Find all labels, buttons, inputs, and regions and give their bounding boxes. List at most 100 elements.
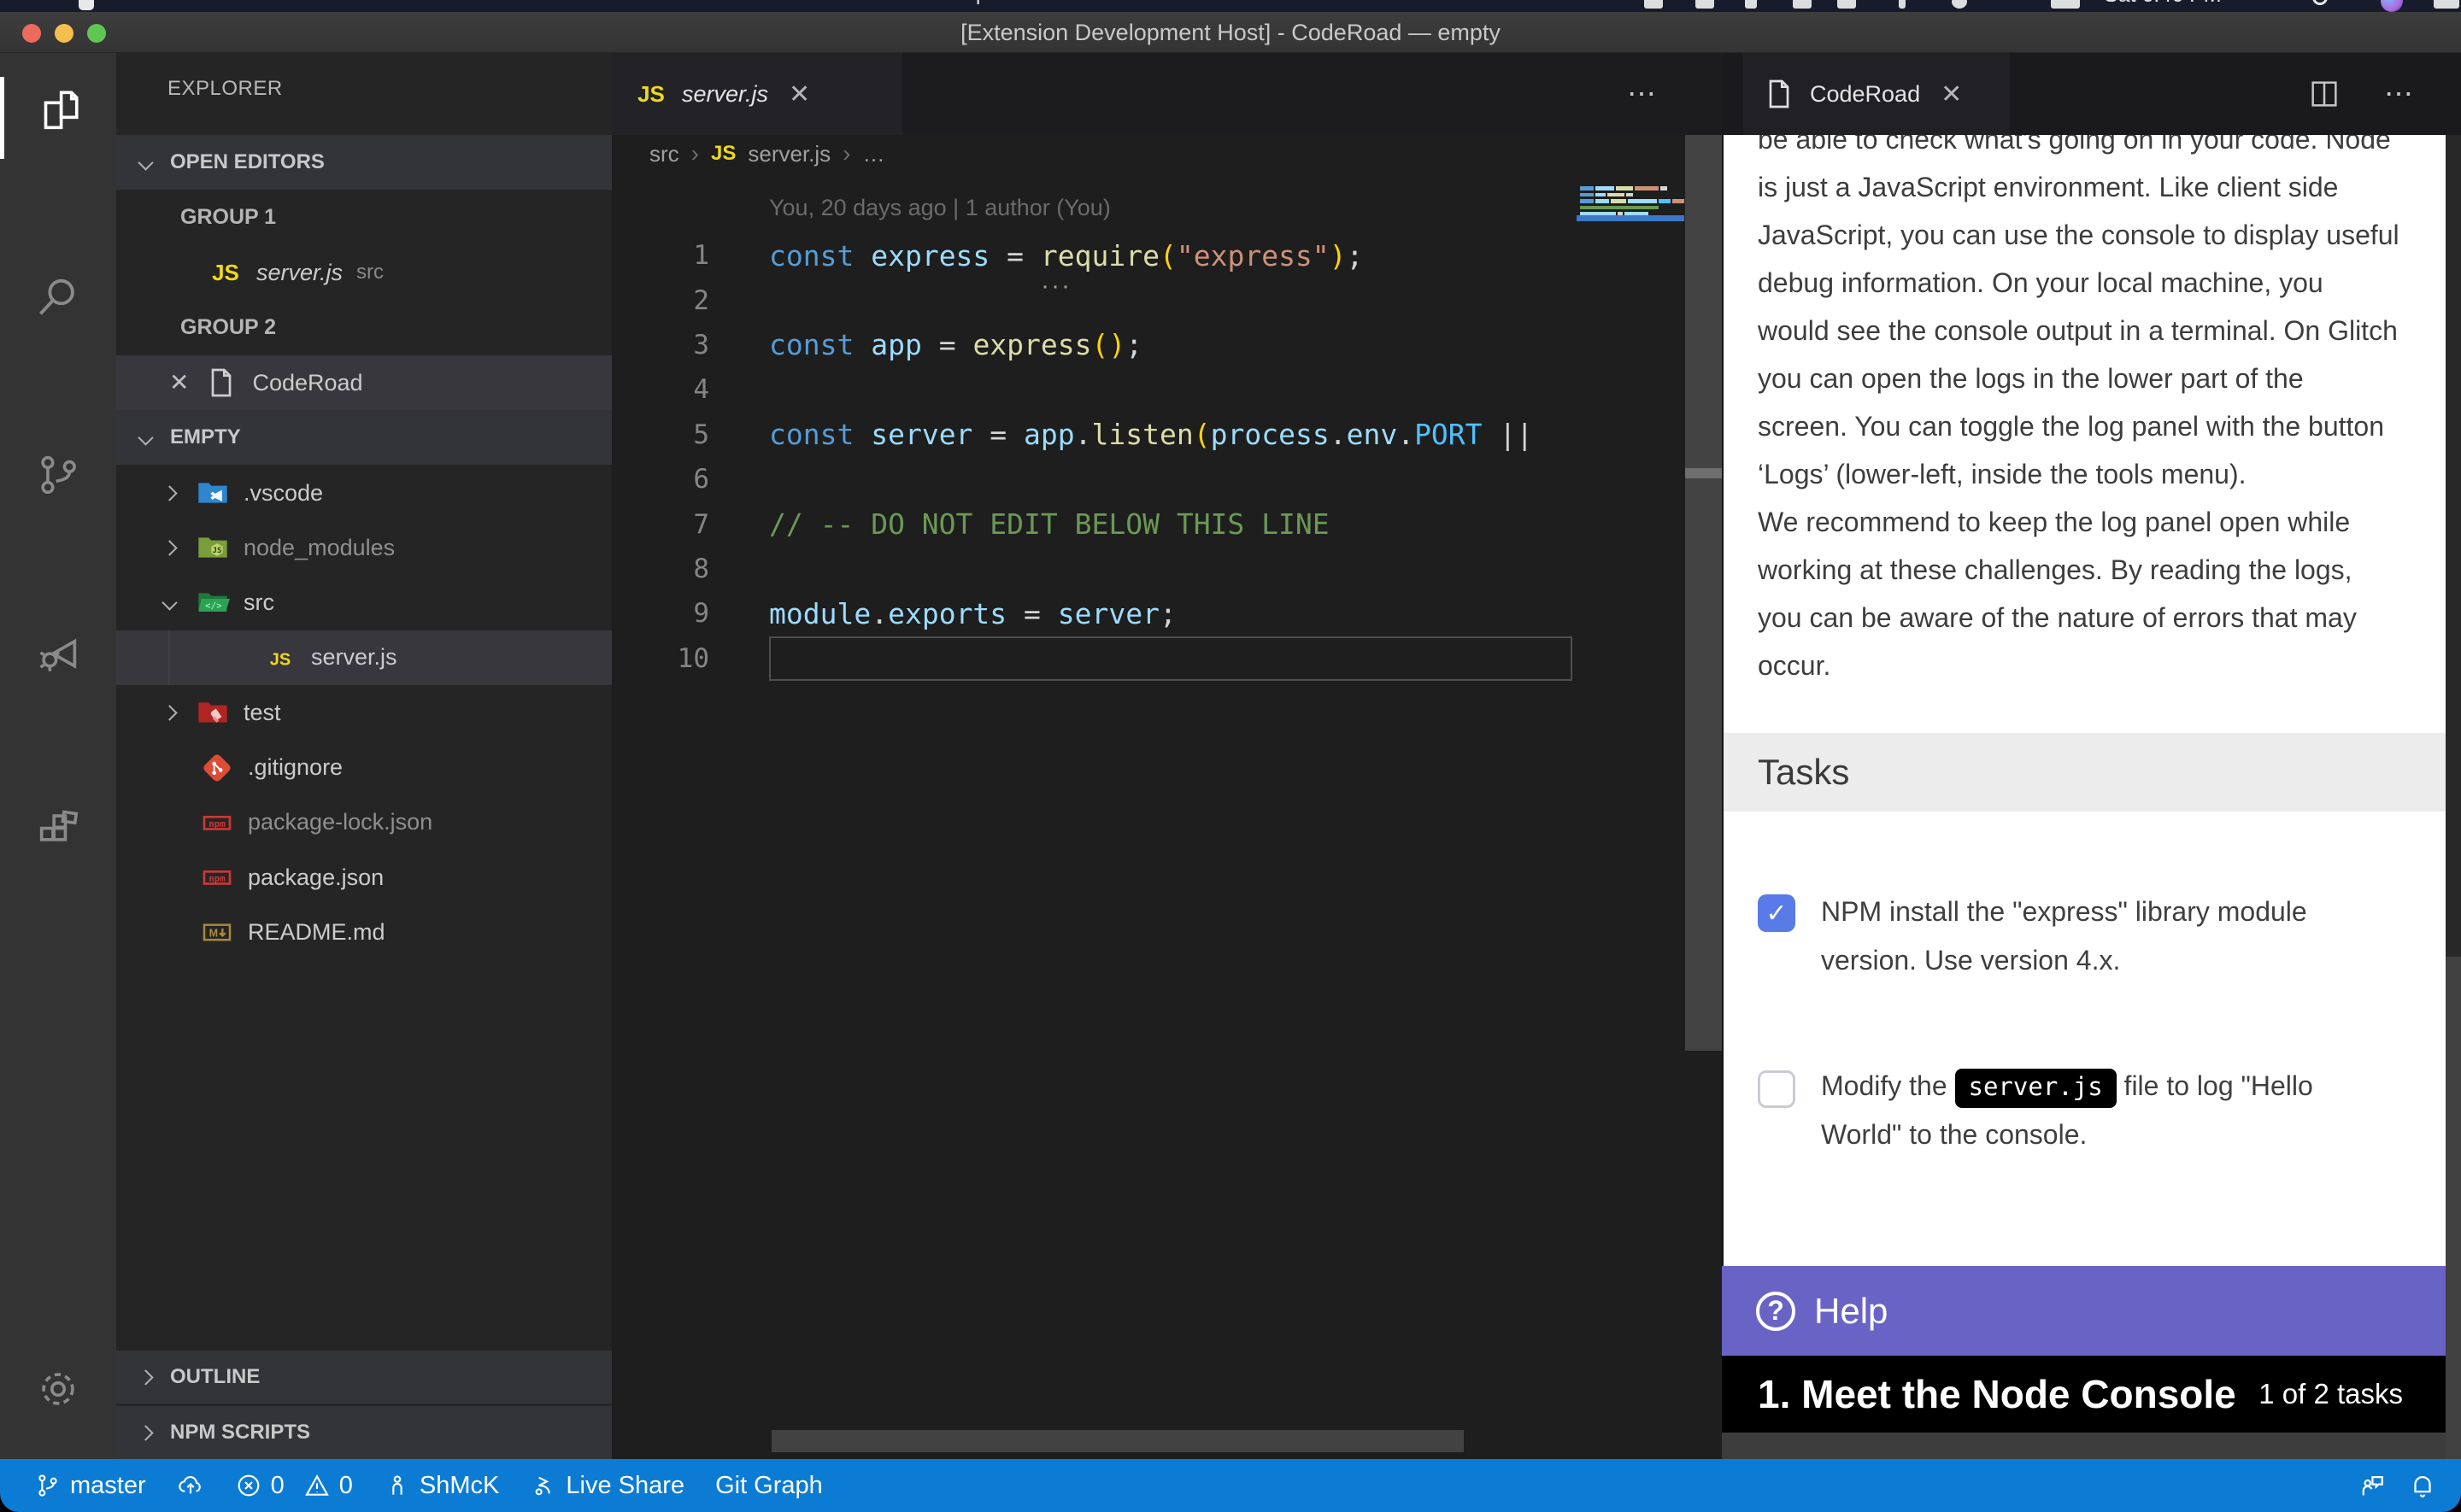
bolt-icon[interactable] — [1745, 0, 1757, 9]
file-icon — [1760, 75, 1798, 113]
code-line-4: 4 — [612, 367, 1685, 412]
tree-item-test[interactable]: test — [116, 685, 612, 740]
horizontal-scrollbar-thumb[interactable] — [772, 1430, 1464, 1452]
tab-serverjs[interactable]: JS server.js ✕ — [612, 53, 902, 135]
live-share-item[interactable]: Live Share — [514, 1459, 700, 1512]
breadcrumb: src › JS server.js › … — [612, 135, 1722, 173]
code-line-8: 8 — [612, 547, 1685, 591]
siri-icon[interactable] — [2381, 0, 2403, 12]
menu-item-selection[interactable]: Selection — [349, 0, 438, 6]
panel-scrollbar-thumb[interactable] — [2446, 135, 2461, 957]
npm-file-icon: npm — [198, 859, 236, 896]
display-icon[interactable] — [2051, 0, 2080, 9]
task2-checkbox[interactable] — [1758, 1070, 1795, 1108]
close-icon[interactable]: ✕ — [784, 79, 815, 109]
bell-icon[interactable] — [2408, 1471, 2437, 1500]
folder-src-icon: </> — [194, 584, 232, 622]
code-line-7: 7// -- DO NOT EDIT BELOW THIS LINE — [612, 501, 1685, 546]
editor-actions-more-icon[interactable]: ⋯ — [1627, 53, 1659, 135]
tree-item-package-json[interactable]: npmpackage.json — [116, 850, 612, 905]
tree-item-src[interactable]: </>src — [116, 576, 612, 630]
liveshare-account-item[interactable]: ShMcK — [368, 1459, 514, 1512]
apple-logo-icon[interactable] — [79, 0, 94, 10]
tree-item-node-modules[interactable]: JSnode_modules — [116, 520, 612, 575]
menu-item-file[interactable]: File — [200, 0, 234, 6]
js-file-icon: JS — [261, 639, 299, 677]
search-icon[interactable] — [2312, 0, 2328, 5]
code-chip: server.js — [1955, 1069, 2117, 1108]
open-editors-header[interactable]: OPEN EDITORS — [116, 135, 612, 190]
folder-node-icon: JS — [194, 529, 232, 566]
chevron-right-icon — [162, 540, 177, 555]
npm-scripts-header[interactable]: NPM SCRIPTS — [116, 1406, 612, 1459]
task1-checkbox[interactable]: ✓ — [1758, 894, 1795, 932]
breadcrumb-more[interactable]: … — [863, 141, 885, 167]
menu-item-go[interactable]: Go — [562, 0, 590, 6]
panel-tab-bar: CodeRoad ✕ ⋯ — [1722, 53, 2461, 135]
menu-item-code[interactable]: Code — [109, 0, 161, 6]
outline-header[interactable]: OUTLINE — [116, 1351, 612, 1404]
menu-item-view[interactable]: View — [477, 0, 523, 6]
chevron-right-icon — [162, 485, 177, 501]
close-icon[interactable]: ✕ — [1935, 79, 1967, 109]
tree-item--vscode[interactable]: .vscode — [116, 466, 612, 520]
chevron-right-icon: › — [691, 140, 699, 167]
warning-triangle-icon — [303, 1472, 331, 1499]
chevron-down-icon — [138, 430, 153, 445]
folder-test-icon — [194, 694, 232, 731]
open-editors-group1: GROUP 1 — [116, 190, 612, 244]
task-count-badge: 1 of 2 tasks — [2258, 1378, 2403, 1410]
breadcrumb-folder[interactable]: src — [649, 141, 679, 167]
explorer-icon[interactable] — [0, 60, 116, 162]
explorer-sidebar: EXPLORER OPEN EDITORS GROUP 1 JS server.… — [116, 53, 612, 1459]
control-center-icon[interactable] — [2434, 0, 2459, 9]
editor-scrollbar-track[interactable] — [1685, 135, 1722, 1051]
open-editor-item-coderoad[interactable]: ✕ CodeRoad — [116, 355, 612, 410]
git-graph-item[interactable]: Git Graph — [700, 1459, 838, 1512]
shield-icon[interactable] — [1695, 0, 1714, 9]
menu-item-window[interactable]: Window — [828, 0, 904, 6]
tree-item-package-lock-json[interactable]: npmpackage-lock.json — [116, 795, 612, 850]
problems-item[interactable]: 0 0 — [220, 1459, 368, 1512]
feedback-icon[interactable] — [2357, 1471, 2386, 1500]
chevron-right-icon — [138, 1369, 153, 1385]
search-icon[interactable] — [0, 246, 116, 349]
tab-coderoad[interactable]: CodeRoad ✕ — [1743, 53, 2010, 135]
extensions-icon[interactable] — [0, 779, 116, 882]
panel-more-actions-icon[interactable]: ⋯ — [2384, 53, 2416, 135]
open-editor-item-serverjs[interactable]: JS server.js src — [116, 245, 612, 300]
tree-item-readme-md[interactable]: MREADME.md — [116, 905, 612, 959]
tree-item--gitignore[interactable]: .gitignore — [116, 741, 612, 795]
help-section-header[interactable]: ? Help — [1722, 1266, 2446, 1356]
source-control-icon[interactable] — [0, 424, 116, 526]
split-editor-icon[interactable] — [2307, 75, 2341, 113]
js-file-icon: JS — [711, 142, 736, 166]
close-icon[interactable]: ✕ — [169, 371, 189, 395]
svg-text:npm: npm — [209, 873, 226, 884]
info-icon[interactable] — [1952, 0, 1967, 9]
uparrow-icon[interactable] — [1793, 0, 1812, 9]
svg-text:</>: </> — [205, 600, 222, 611]
publish-changes-item[interactable] — [162, 1459, 220, 1512]
menu-item-help[interactable]: Help — [943, 0, 987, 6]
folder-section-header[interactable]: EMPTY — [116, 410, 612, 465]
status-bar: master 0 0 ShMcK Live Share Git Graph — [0, 1459, 2461, 1512]
dot-icon[interactable] — [1899, 0, 1906, 9]
git-branch-item[interactable]: master — [0, 1459, 162, 1512]
breadcrumb-file[interactable]: server.js — [748, 141, 831, 167]
code-editor[interactable]: 1const express = require("express");23co… — [612, 233, 1685, 681]
shield-icon[interactable] — [1644, 0, 1663, 9]
menu-item-edit[interactable]: Edit — [273, 0, 310, 6]
chevron-right-icon — [162, 705, 177, 720]
pen-icon[interactable] — [1837, 0, 1856, 9]
js-file-icon: JS — [632, 75, 670, 113]
settings-gear-icon[interactable] — [0, 1338, 116, 1440]
menu-clock: Sat 6:46 PM — [2104, 0, 2222, 8]
lesson-progress-bar: 1. Meet the Node Console 1 of 2 tasks — [1722, 1356, 2446, 1433]
svg-text:M: M — [209, 928, 218, 940]
tree-item-server-js[interactable]: JSserver.js — [116, 630, 612, 685]
menu-item-terminal[interactable]: Terminal — [708, 0, 789, 6]
menu-item-run[interactable]: Run — [630, 0, 669, 6]
run-and-debug-icon[interactable] — [0, 601, 116, 704]
window-title: [Extension Development Host] - CodeRoad … — [0, 12, 2461, 53]
